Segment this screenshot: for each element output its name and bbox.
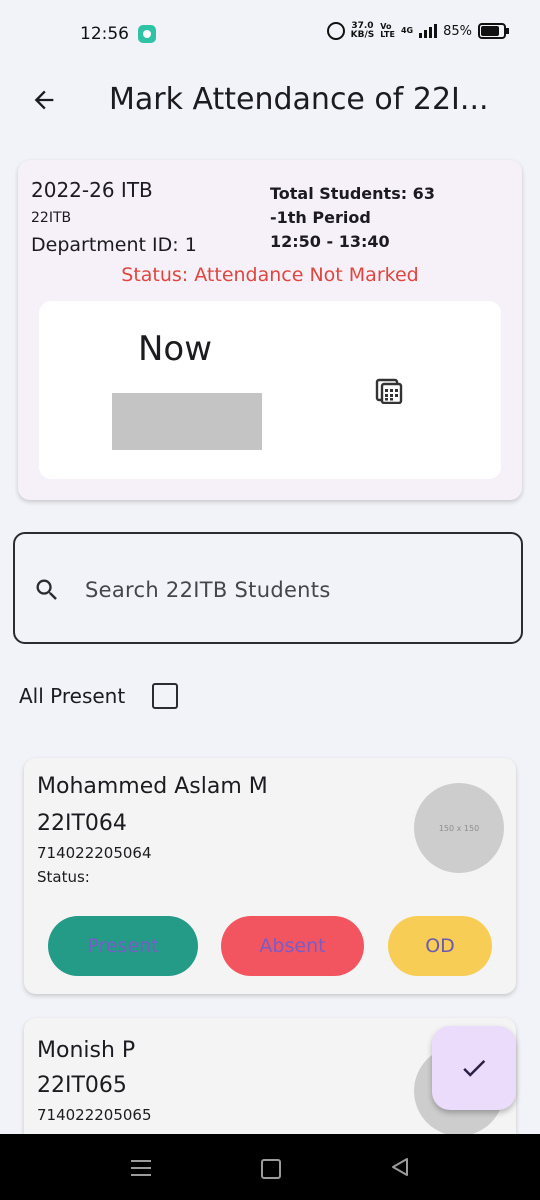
back-arrow-icon <box>34 90 54 110</box>
lte-label: LTE <box>380 30 395 39</box>
volte-indicator: Vo LTE <box>380 23 395 39</box>
student-register-no: 714022205065 <box>37 1106 152 1124</box>
search-placeholder: Search 22ITB Students <box>85 578 331 602</box>
present-button[interactable]: Present <box>48 916 198 976</box>
network-speed: 37.0 KB/S <box>351 22 375 40</box>
speed-unit: KB/S <box>350 30 375 40</box>
status-bar: 12:56 37.0 KB/S Vo LTE 4G 85% <box>0 0 540 68</box>
student-name: Mohammed Aslam M <box>37 774 268 799</box>
network-type: 4G <box>400 26 414 35</box>
battery-percent: 85% <box>443 23 472 39</box>
absent-button[interactable]: Absent <box>221 916 364 976</box>
signal-icon <box>419 24 438 38</box>
recent-apps-icon[interactable] <box>131 1157 151 1177</box>
search-icon <box>36 579 57 600</box>
total-students: Total Students: 63 <box>270 184 435 203</box>
page-title: Mark Attendance of 22I... <box>109 82 489 117</box>
avatar: 150 x 150 <box>414 783 504 873</box>
alarm-icon <box>326 22 345 40</box>
back-button[interactable] <box>26 82 62 118</box>
class-info-card: 2022-26 ITB 22ITB Department ID: 1 Total… <box>18 160 522 500</box>
student-register-no: 714022205064 <box>37 844 152 862</box>
calendar-icon[interactable] <box>375 376 403 404</box>
nav-back-icon[interactable] <box>389 1156 411 1178</box>
department-id: Department ID: 1 <box>31 234 197 256</box>
home-icon[interactable] <box>261 1159 281 1179</box>
student-name: Monish P <box>37 1038 136 1063</box>
student-card: Mohammed Aslam M 22IT064 714022205064 St… <box>24 758 516 994</box>
student-roll: 22IT065 <box>37 1073 127 1098</box>
time-placeholder <box>112 393 262 450</box>
messenger-notification-icon <box>138 25 156 43</box>
status-indicators: 37.0 KB/S Vo LTE 4G 85% <box>326 22 509 40</box>
class-code: 22ITB <box>31 210 72 226</box>
app-bar: Mark Attendance of 22I... <box>0 68 540 132</box>
submit-attendance-button[interactable] <box>432 1026 516 1110</box>
avatar-placeholder-text: 150 x 150 <box>438 823 480 833</box>
battery-icon <box>478 23 509 39</box>
od-button[interactable]: OD <box>388 916 492 976</box>
date-picker-box[interactable]: Now <box>39 301 501 479</box>
period-time: 12:50 - 13:40 <box>270 232 390 251</box>
all-present-label: All Present <box>19 684 126 708</box>
student-status: Status: <box>37 868 90 886</box>
date-label: Now <box>138 329 213 369</box>
period-label: -1th Period <box>270 208 371 227</box>
all-present-checkbox[interactable] <box>152 683 178 709</box>
attendance-status: Status: Attendance Not Marked <box>121 264 419 286</box>
status-time: 12:56 <box>80 24 129 44</box>
system-nav-bar <box>0 1134 540 1200</box>
batch-name: 2022-26 ITB <box>31 178 153 202</box>
check-icon <box>463 1059 486 1077</box>
student-roll: 22IT064 <box>37 811 127 836</box>
search-input[interactable]: Search 22ITB Students <box>13 532 523 644</box>
